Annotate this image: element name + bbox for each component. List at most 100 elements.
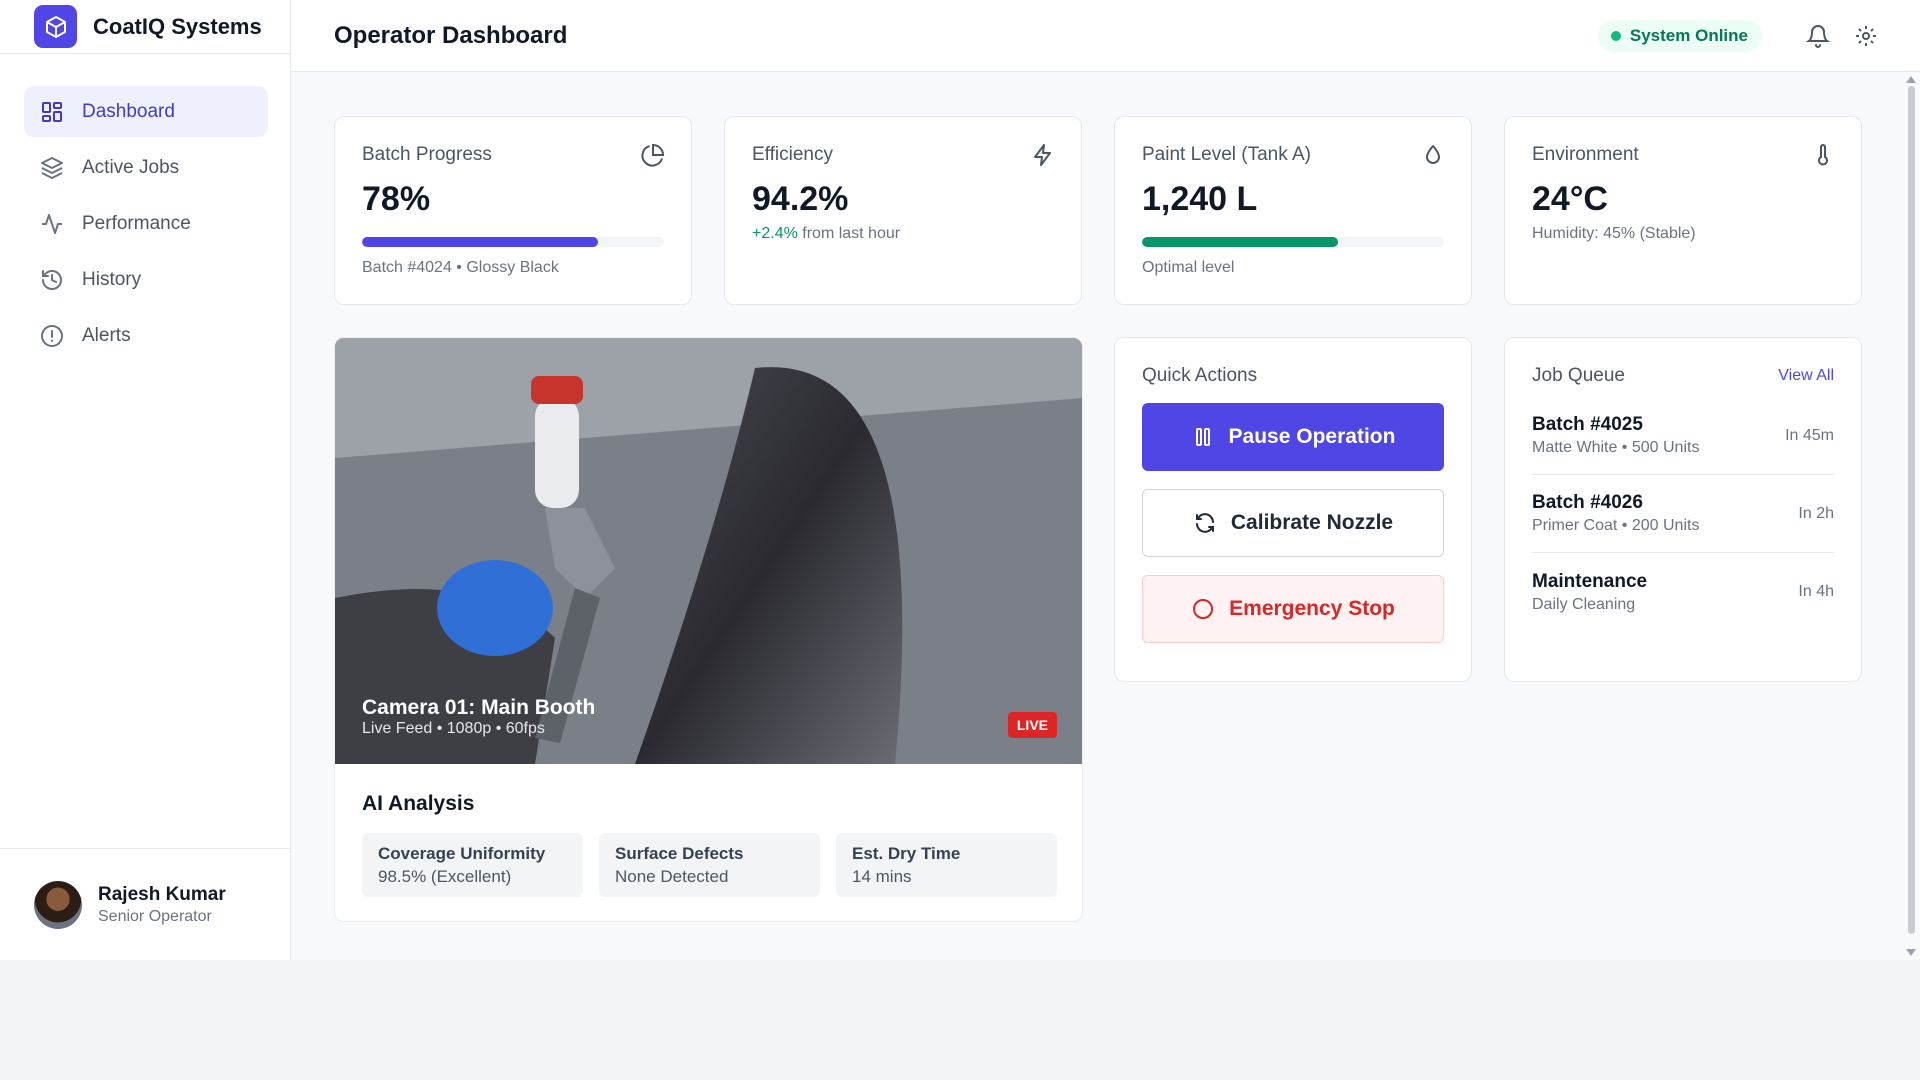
camera-feed[interactable]: Camera 01: Main Booth Live Feed • 1080p … (335, 338, 1082, 764)
gear-icon[interactable] (1852, 22, 1880, 50)
ai-metric-label: Coverage Uniformity (378, 844, 546, 863)
stat-card-efficiency: Efficiency 94.2% +2.4% from last hour (724, 116, 1082, 305)
status-text: System Online (1629, 25, 1748, 45)
sidebar: CoatIQ Systems Dashboard Active Jobs Per… (0, 0, 291, 960)
ai-metric-coverage: Coverage Uniformity 98.5% (Excellent) (362, 833, 583, 897)
user-name: Rajesh Kumar (98, 883, 226, 905)
sidebar-item-label: Dashboard (82, 100, 175, 122)
scroll-up-icon[interactable] (1906, 76, 1916, 83)
button-label: Calibrate Nozzle (1230, 511, 1394, 534)
job-title: Batch #4026 (1532, 492, 1643, 513)
thermometer-icon (1811, 143, 1835, 167)
status-dot-icon (1610, 30, 1621, 41)
view-all-link[interactable]: View All (1778, 367, 1834, 385)
sidebar-item-label: History (82, 268, 142, 290)
calibrate-nozzle-button[interactable]: Calibrate Nozzle (1142, 489, 1444, 557)
status-badge: System Online (1597, 19, 1762, 52)
sidebar-nav: Dashboard Active Jobs Performance Histor… (0, 54, 290, 361)
avatar (34, 880, 82, 929)
quick-actions-panel: Quick Actions Pause Operation Calibrate … (1114, 337, 1472, 682)
list-item[interactable]: Batch #4026 Primer Coat • 200 Units In 2… (1532, 475, 1834, 553)
brand-name: CoatIQ Systems (93, 13, 262, 39)
app-window: CoatIQ Systems Dashboard Active Jobs Per… (0, 0, 1920, 960)
layers-icon (40, 156, 64, 180)
ai-metric-dry-time: Est. Dry Time 14 mins (836, 833, 1057, 897)
button-label: Emergency Stop (1229, 597, 1395, 620)
stat-caption: Batch #4024 • Glossy Black (362, 259, 559, 276)
job-eta: In 2h (1798, 504, 1834, 522)
emergency-stop-button[interactable]: Emergency Stop (1142, 575, 1444, 643)
ai-metric-value: None Detected (615, 867, 729, 886)
job-title: Maintenance (1532, 570, 1648, 592)
activity-icon (40, 212, 64, 236)
sidebar-item-label: Performance (82, 212, 191, 234)
stat-caption: Humidity: 45% (Stable) (1532, 225, 1696, 242)
ai-metric-label: Surface Defects (615, 844, 744, 863)
stat-caption: Optimal level (1142, 259, 1235, 276)
job-eta: In 45m (1785, 426, 1834, 444)
paint-level-fill (1142, 237, 1339, 247)
batch-progress-fill (362, 237, 598, 247)
job-queue-list: Batch #4025 Matte White • 500 Units In 4… (1532, 397, 1834, 631)
paint-level-bar (1142, 237, 1444, 247)
stat-label: Efficiency (752, 144, 833, 165)
live-badge: LIVE (1007, 712, 1057, 738)
stat-card-batch-progress: Batch Progress 78% Batch #4024 • Glossy … (334, 116, 692, 305)
list-item[interactable]: Batch #4025 Matte White • 500 Units In 4… (1532, 397, 1834, 475)
ai-metric-value: 14 mins (852, 867, 912, 886)
pie-chart-icon (641, 143, 665, 167)
camera-meta: Live Feed • 1080p • 60fps (362, 720, 545, 737)
user-role: Senior Operator (98, 907, 212, 925)
stat-value: 24°C (1532, 180, 1608, 218)
sidebar-item-label: Active Jobs (82, 156, 180, 178)
scroll-down-icon[interactable] (1906, 949, 1916, 956)
stat-value: 94.2% (752, 180, 849, 218)
ai-metric-defects: Surface Defects None Detected (599, 833, 820, 897)
camera-card: Camera 01: Main Booth Live Feed • 1080p … (334, 337, 1083, 922)
pause-icon (1191, 425, 1215, 449)
main-area: Operator Dashboard System Online Batch P… (291, 0, 1920, 960)
job-queue-header: Job Queue View All (1532, 365, 1834, 387)
list-item[interactable]: Maintenance Daily Cleaning In 4h (1532, 553, 1834, 631)
button-label: Pause Operation (1228, 425, 1396, 448)
job-details: Daily Cleaning (1532, 595, 1636, 613)
job-details: Primer Coat • 200 Units (1532, 517, 1700, 534)
stat-label: Paint Level (Tank A) (1142, 144, 1311, 165)
sidebar-item-dashboard[interactable]: Dashboard (24, 86, 268, 137)
sidebar-item-label: Alerts (82, 324, 131, 346)
stat-delta: +2.4% from last hour (752, 225, 1054, 243)
refresh-icon (1193, 511, 1217, 535)
stat-card-environment: Environment 24°C Humidity: 45% (Stable) (1504, 116, 1862, 305)
job-eta: In 4h (1798, 583, 1834, 600)
stop-circle-icon (1191, 597, 1215, 621)
top-bar: Operator Dashboard System Online (291, 0, 1920, 72)
bell-icon[interactable] (1804, 22, 1832, 50)
sidebar-item-alerts[interactable]: Alerts (24, 310, 268, 361)
sidebar-item-performance[interactable]: Performance (24, 198, 268, 249)
brand: CoatIQ Systems (0, 0, 290, 54)
stat-value: 78% (362, 180, 431, 218)
sidebar-item-active-jobs[interactable]: Active Jobs (24, 142, 268, 193)
sidebar-item-history[interactable]: History (24, 254, 268, 305)
camera-title: Camera 01: Main Booth (362, 696, 596, 719)
job-queue-panel: Job Queue View All Batch #4025 Matte Whi… (1504, 337, 1862, 682)
delta-value: +2.4% (752, 225, 798, 242)
pause-operation-button[interactable]: Pause Operation (1142, 403, 1444, 471)
alert-circle-icon (40, 324, 64, 348)
scroll-thumb[interactable] (1908, 86, 1915, 934)
job-title: Batch #4025 (1532, 414, 1643, 435)
cube-logo-icon (34, 5, 77, 48)
job-queue-title: Job Queue (1532, 365, 1625, 386)
quick-actions-title: Quick Actions (1142, 365, 1258, 386)
droplet-icon (1421, 143, 1445, 167)
lightning-icon (1031, 143, 1055, 167)
scrollbar[interactable] (1902, 72, 1920, 960)
stat-value: 1,240 L (1142, 180, 1258, 218)
user-profile[interactable]: Rajesh Kumar Senior Operator (0, 848, 290, 960)
ai-analysis-title: AI Analysis (362, 792, 475, 815)
ai-metric-label: Est. Dry Time (852, 844, 961, 863)
ai-metric-value: 98.5% (Excellent) (378, 867, 512, 886)
stat-card-paint-level: Paint Level (Tank A) 1,240 L Optimal lev… (1114, 116, 1472, 305)
history-icon (40, 268, 64, 292)
page-title: Operator Dashboard (334, 21, 568, 49)
